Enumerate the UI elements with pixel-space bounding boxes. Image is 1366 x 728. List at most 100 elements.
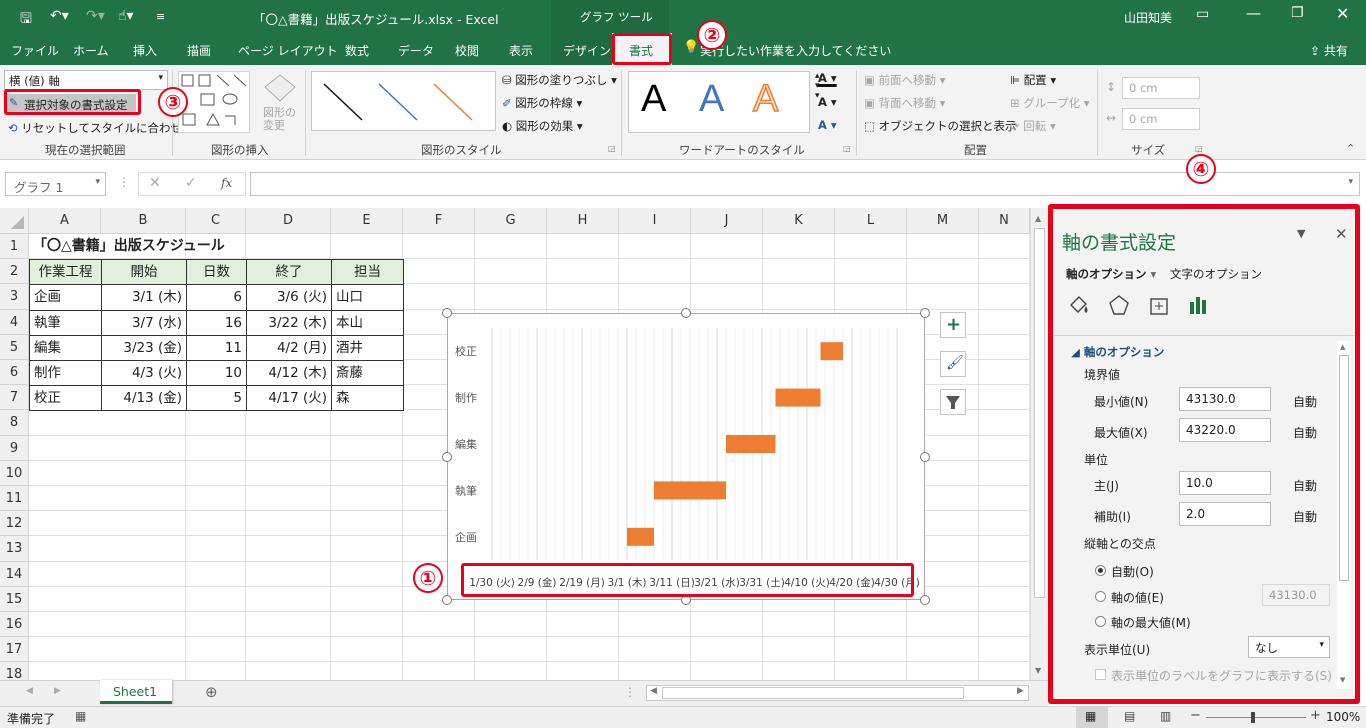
table-cell[interactable]: 3/23 (金) (101, 334, 187, 361)
tab-text-options[interactable]: 文字のオプション (1170, 266, 1262, 282)
zoom-level[interactable]: 100% (1326, 710, 1360, 724)
rotate-button[interactable]: ⟳ 回転 ▾ (1010, 118, 1056, 134)
sheet-tab-sheet1[interactable]: Sheet1 (100, 680, 172, 704)
row-header[interactable]: 17 (0, 637, 29, 663)
next-sheet-icon[interactable]: ▶ (54, 686, 61, 696)
page-break-view-icon[interactable]: ▥ (1160, 709, 1171, 723)
touch-mode-icon[interactable]: ☝▾ (118, 8, 134, 24)
table-cell[interactable]: 4/17 (火) (246, 385, 332, 412)
table-cell[interactable]: 3/6 (火) (246, 284, 332, 311)
resize-handle[interactable] (920, 308, 930, 318)
table-cell[interactable]: 森 (331, 385, 404, 412)
resize-handle[interactable] (442, 308, 452, 318)
sheet-title[interactable]: 「〇△書籍」出版スケジュール (33, 234, 333, 259)
axis-options-icon[interactable] (1187, 293, 1211, 317)
redo-icon[interactable]: ↷▾ (86, 8, 105, 24)
new-sheet-icon[interactable]: ⊕ (205, 683, 218, 701)
table-cell[interactable]: 4/3 (火) (101, 360, 187, 387)
table-cell[interactable]: 4/12 (木) (246, 360, 332, 387)
radio-axis-max[interactable] (1095, 616, 1106, 627)
show-units-label-checkbox[interactable] (1095, 669, 1106, 680)
dialog-launcher-icon[interactable]: ◲ (608, 144, 616, 153)
scroll-down-icon[interactable]: ▼ (1035, 666, 1041, 675)
customize-qat-icon[interactable]: ≡ (156, 10, 165, 23)
row-header[interactable]: 3 (0, 284, 29, 310)
column-header[interactable]: N (979, 208, 1030, 234)
row-header[interactable]: 7 (0, 385, 29, 411)
row-header[interactable]: 5 (0, 334, 29, 360)
tab-insert[interactable]: 挿入 (133, 42, 157, 59)
tab-data[interactable]: データ (398, 42, 434, 59)
table-cell[interactable]: 編集 (29, 334, 102, 361)
wordart-gallery[interactable]: A A A (628, 71, 810, 133)
zoom-slider[interactable] (1206, 717, 1306, 718)
scroll-up-icon[interactable]: ▲ (1340, 343, 1345, 351)
tab-review[interactable]: 校閲 (455, 42, 479, 59)
resize-handle[interactable] (920, 595, 930, 605)
dialog-launcher-icon[interactable]: ◲ (1195, 144, 1203, 153)
vertical-scrollbar[interactable]: ▲ ▼ (1030, 208, 1048, 686)
close-window-icon[interactable]: ✕ (1336, 4, 1349, 23)
close-icon[interactable]: ✕ (1335, 225, 1348, 243)
fill-line-icon[interactable] (1067, 293, 1091, 317)
send-backward-button[interactable]: ▣ 背面へ移動 ▾ (864, 95, 945, 111)
effects-pentagon-icon[interactable] (1107, 293, 1131, 317)
text-fill-icon[interactable]: A ▾ (818, 71, 837, 85)
table-cell[interactable]: 4/2 (月) (246, 334, 332, 361)
row-header[interactable]: 10 (0, 460, 29, 486)
gantt-bar[interactable] (775, 388, 821, 407)
pane-scroll-thumb[interactable] (1339, 355, 1349, 581)
shape-fill-button[interactable]: ⛁ 図形の塗りつぶし ▾ (502, 72, 617, 88)
column-header[interactable]: A (29, 208, 101, 234)
chart-styles-button[interactable]: 🖌 (940, 351, 966, 377)
expand-formula-icon[interactable]: ▾ (1348, 177, 1353, 187)
min-auto[interactable]: 自動 (1293, 393, 1317, 410)
column-header[interactable]: C (186, 208, 246, 234)
column-header[interactable]: B (101, 208, 186, 234)
group-button[interactable]: ⊞ グループ化 ▾ (1010, 95, 1090, 111)
horizontal-scrollbar[interactable]: ◀ ▶ (646, 685, 1029, 701)
width-input[interactable]: 0 cm (1122, 108, 1200, 130)
shape-style-gallery[interactable] (311, 71, 496, 131)
restore-icon[interactable]: ❐ (1291, 5, 1304, 21)
radio-auto[interactable] (1095, 565, 1106, 576)
column-header[interactable]: H (547, 208, 619, 234)
max-input[interactable]: 43220.0 (1179, 418, 1271, 442)
zoom-in-icon[interactable]: + (1310, 708, 1321, 723)
column-header[interactable]: K (763, 208, 835, 234)
table-cell[interactable]: 校正 (29, 385, 102, 412)
min-input[interactable]: 43130.0 (1179, 387, 1271, 411)
enter-icon[interactable]: ✓ (185, 175, 197, 191)
gantt-bar[interactable] (726, 435, 776, 453)
bring-forward-button[interactable]: ▣ 前面へ移動 ▾ (864, 72, 945, 88)
scroll-down-icon[interactable]: ▼ (1340, 676, 1345, 684)
row-header[interactable]: 4 (0, 309, 29, 335)
table-header-cell[interactable]: 作業工程 (29, 259, 102, 286)
prev-sheet-icon[interactable]: ◀ (26, 686, 33, 696)
table-header-cell[interactable]: 日数 (186, 259, 247, 286)
gantt-bar[interactable] (654, 481, 726, 500)
table-header-cell[interactable]: 担当 (331, 259, 404, 286)
row-header[interactable]: 13 (0, 536, 29, 562)
row-header[interactable]: 11 (0, 486, 29, 512)
scroll-up-icon[interactable]: ▲ (1035, 214, 1041, 223)
column-header[interactable]: F (403, 208, 475, 234)
shape-outline-button[interactable]: ✐ 図形の枠線 ▾ (502, 95, 582, 111)
major-input[interactable]: 10.0 (1179, 471, 1271, 495)
resize-handle[interactable] (442, 595, 452, 605)
tab-home[interactable]: ホーム (73, 42, 109, 59)
column-header[interactable]: J (691, 208, 763, 234)
tab-formulas[interactable]: 数式 (345, 42, 369, 59)
chart-elements-dropdown[interactable]: 横 (値) 軸 ▾ (4, 70, 168, 90)
axis-value-input[interactable]: 43130.0 (1262, 584, 1330, 606)
table-cell[interactable]: 斎藤 (331, 360, 404, 387)
chart-elements-button[interactable]: + (940, 312, 966, 338)
section-axis-options[interactable]: ◢ 軸のオプション (1071, 344, 1164, 360)
zoom-out-icon[interactable]: − (1190, 708, 1201, 723)
column-header[interactable]: I (619, 208, 691, 234)
scroll-right-icon[interactable]: ▶ (1017, 686, 1024, 696)
minimize-icon[interactable]: — (1246, 4, 1261, 22)
gantt-bar[interactable] (820, 342, 844, 361)
row-header[interactable]: 6 (0, 360, 29, 386)
table-cell[interactable]: 10 (186, 360, 247, 387)
